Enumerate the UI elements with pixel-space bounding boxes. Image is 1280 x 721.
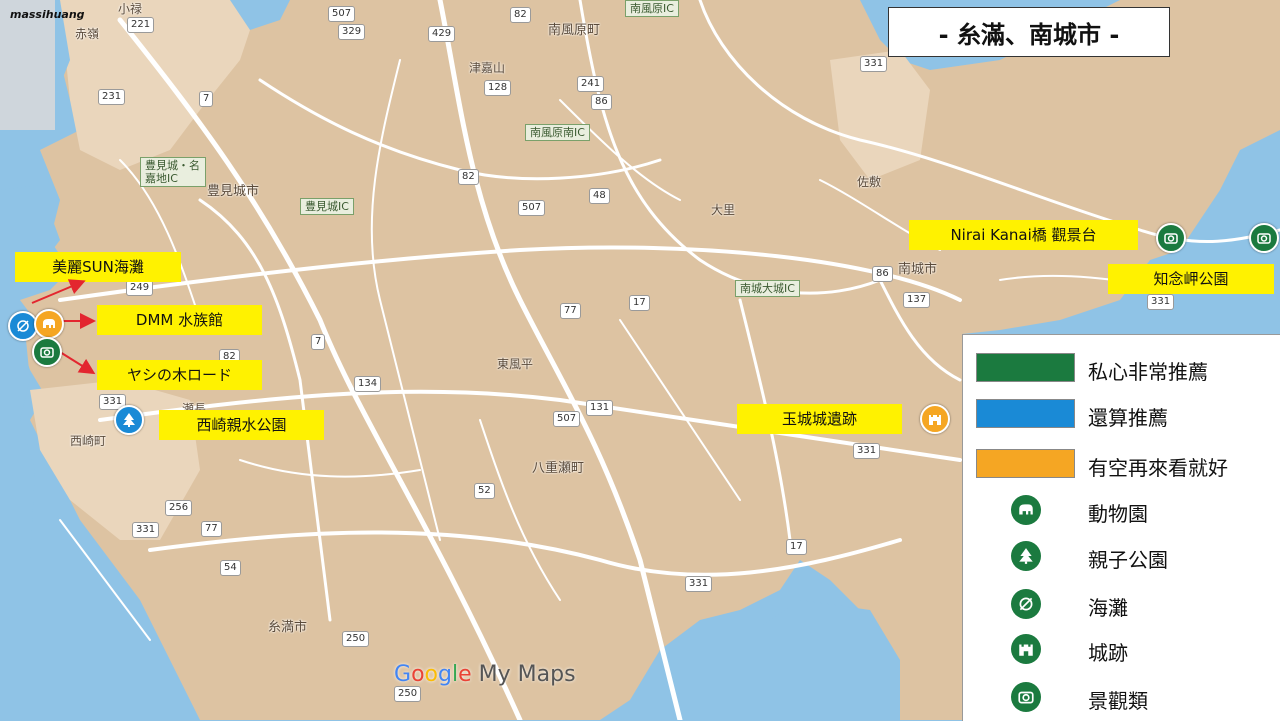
camera-icon	[1164, 233, 1178, 244]
legend-label: 親子公園	[1088, 548, 1168, 572]
legend-swatch-blue	[976, 399, 1075, 428]
legend-label: 動物園	[1088, 502, 1148, 526]
legend-swatch-orange	[976, 449, 1075, 478]
legend-item-beach: 海灘	[963, 584, 1280, 624]
route-shield: 329	[338, 24, 366, 40]
route-shield: 82	[510, 7, 531, 23]
route-shield: 82	[458, 169, 479, 185]
legend-item-scenery: 景觀類	[963, 677, 1280, 717]
legend-item-low: 有空再來看就好	[963, 444, 1280, 484]
ic-haebaru-kita: 南風原IC	[625, 0, 679, 17]
route-shield: 331	[860, 56, 888, 72]
route-shield: 134	[354, 376, 382, 392]
route-shield: 52	[474, 483, 495, 499]
pin-yashi-road[interactable]	[32, 337, 62, 367]
camera-icon	[1011, 682, 1041, 712]
place-kochinda: 東風平	[497, 357, 534, 371]
legend-label: 海灘	[1088, 596, 1128, 620]
pin-dmm-aquarium[interactable]	[34, 309, 64, 339]
callout-yashi-road[interactable]: ヤシの木ロード	[97, 360, 262, 390]
place-oroku: 小禄	[118, 2, 143, 16]
ic-tomigusuku-nakachi: 豊見城・名嘉地IC	[140, 157, 206, 187]
route-shield: 17	[629, 295, 650, 311]
place-yaese: 八重瀬町	[532, 461, 585, 476]
pin-chinen-park[interactable]	[1249, 223, 1279, 253]
route-shield: 54	[220, 560, 241, 576]
route-shield: 128	[484, 80, 512, 96]
route-shield: 77	[201, 521, 222, 537]
pin-nirai-kanai[interactable]	[1156, 223, 1186, 253]
place-minami-kazehara: 南風原町	[548, 23, 601, 38]
route-shield: 331	[1147, 294, 1175, 310]
google-my-maps-logo: Google My Maps	[394, 662, 576, 687]
route-shield: 250	[394, 686, 422, 702]
place-itoman: 糸満市	[268, 620, 308, 635]
place-akamine: 赤嶺	[75, 27, 100, 41]
route-shield: 231	[98, 89, 126, 105]
camera-icon	[40, 347, 54, 358]
camera-icon	[1257, 233, 1271, 244]
castle-icon	[1011, 634, 1041, 664]
legend-swatch-green	[976, 353, 1075, 382]
route-shield: 507	[553, 411, 581, 427]
route-shield: 241	[577, 76, 605, 92]
tree-icon	[123, 413, 135, 427]
legend-item-high: 私心非常推薦	[963, 348, 1280, 388]
legend-item-park: 親子公園	[963, 536, 1280, 576]
tree-icon	[1011, 541, 1041, 571]
route-shield: 17	[786, 539, 807, 555]
route-shield: 77	[560, 303, 581, 319]
callout-chinen-park[interactable]: 知念岬公園	[1108, 264, 1274, 294]
place-tomigusuku: 豊見城市	[207, 184, 260, 199]
legend-label: 城跡	[1088, 641, 1128, 665]
place-nanjo: 南城市	[898, 262, 938, 277]
elephant-icon	[1011, 495, 1041, 525]
route-shield: 137	[903, 292, 931, 308]
route-shield: 221	[127, 17, 155, 33]
beach-icon	[17, 320, 29, 332]
elephant-icon	[43, 319, 55, 328]
legend-item-mid: 還算推薦	[963, 394, 1280, 434]
route-shield: 250	[342, 631, 370, 647]
callout-nirai-kanai[interactable]: Nirai Kanai橋 觀景台	[909, 220, 1138, 250]
place-tsukazan: 津嘉山	[469, 61, 506, 75]
castle-icon	[929, 415, 941, 425]
route-shield: 256	[165, 500, 193, 516]
callout-tamagusuku[interactable]: 玉城城遺跡	[737, 404, 902, 434]
legend-label: 景觀類	[1088, 689, 1148, 713]
callout-nishizaki-park[interactable]: 西崎親水公園	[159, 410, 324, 440]
place-sashiki: 佐敷	[857, 175, 882, 189]
pin-nishizaki-park[interactable]	[114, 405, 144, 435]
map-legend: 私心非常推薦 還算推薦 有空再來看就好 動物園 親子公園 海灘 城跡 景觀類	[962, 334, 1280, 721]
route-shield: 249	[126, 280, 154, 296]
legend-label: 私心非常推薦	[1088, 360, 1208, 384]
route-shield: 86	[591, 94, 612, 110]
route-shield: 507	[518, 200, 546, 216]
page-title: - 糸滿、南城市 -	[888, 7, 1170, 57]
beach-icon	[1011, 589, 1041, 619]
place-nishizaki: 西崎町	[70, 434, 107, 448]
route-shield: 131	[586, 400, 614, 416]
legend-item-zoo: 動物園	[963, 490, 1280, 530]
route-shield: 7	[199, 91, 214, 107]
legend-item-castle: 城跡	[963, 629, 1280, 669]
route-shield: 7	[311, 334, 326, 350]
callout-dmm-aquarium[interactable]: DMM 水族館	[97, 305, 262, 335]
ic-haebaru-minami: 南風原南IC	[525, 124, 590, 141]
author-watermark: massihuang	[10, 8, 85, 21]
callout-sun-beach[interactable]: 美麗SUN海灘	[15, 252, 181, 282]
route-shield: 331	[132, 522, 160, 538]
route-shield: 507	[328, 6, 356, 22]
route-shield: 429	[428, 26, 456, 42]
route-shield: 331	[685, 576, 713, 592]
place-ozato: 大里	[711, 203, 736, 217]
legend-label: 還算推薦	[1088, 406, 1168, 430]
legend-label: 有空再來看就好	[1088, 456, 1228, 480]
route-shield: 48	[589, 188, 610, 204]
route-shield: 331	[853, 443, 881, 459]
ic-nanjo-ozato: 南城大城IC	[735, 280, 800, 297]
route-shield: 86	[872, 266, 893, 282]
ic-tomigusuku: 豊見城IC	[300, 198, 354, 215]
pin-tamagusuku[interactable]	[920, 404, 950, 434]
